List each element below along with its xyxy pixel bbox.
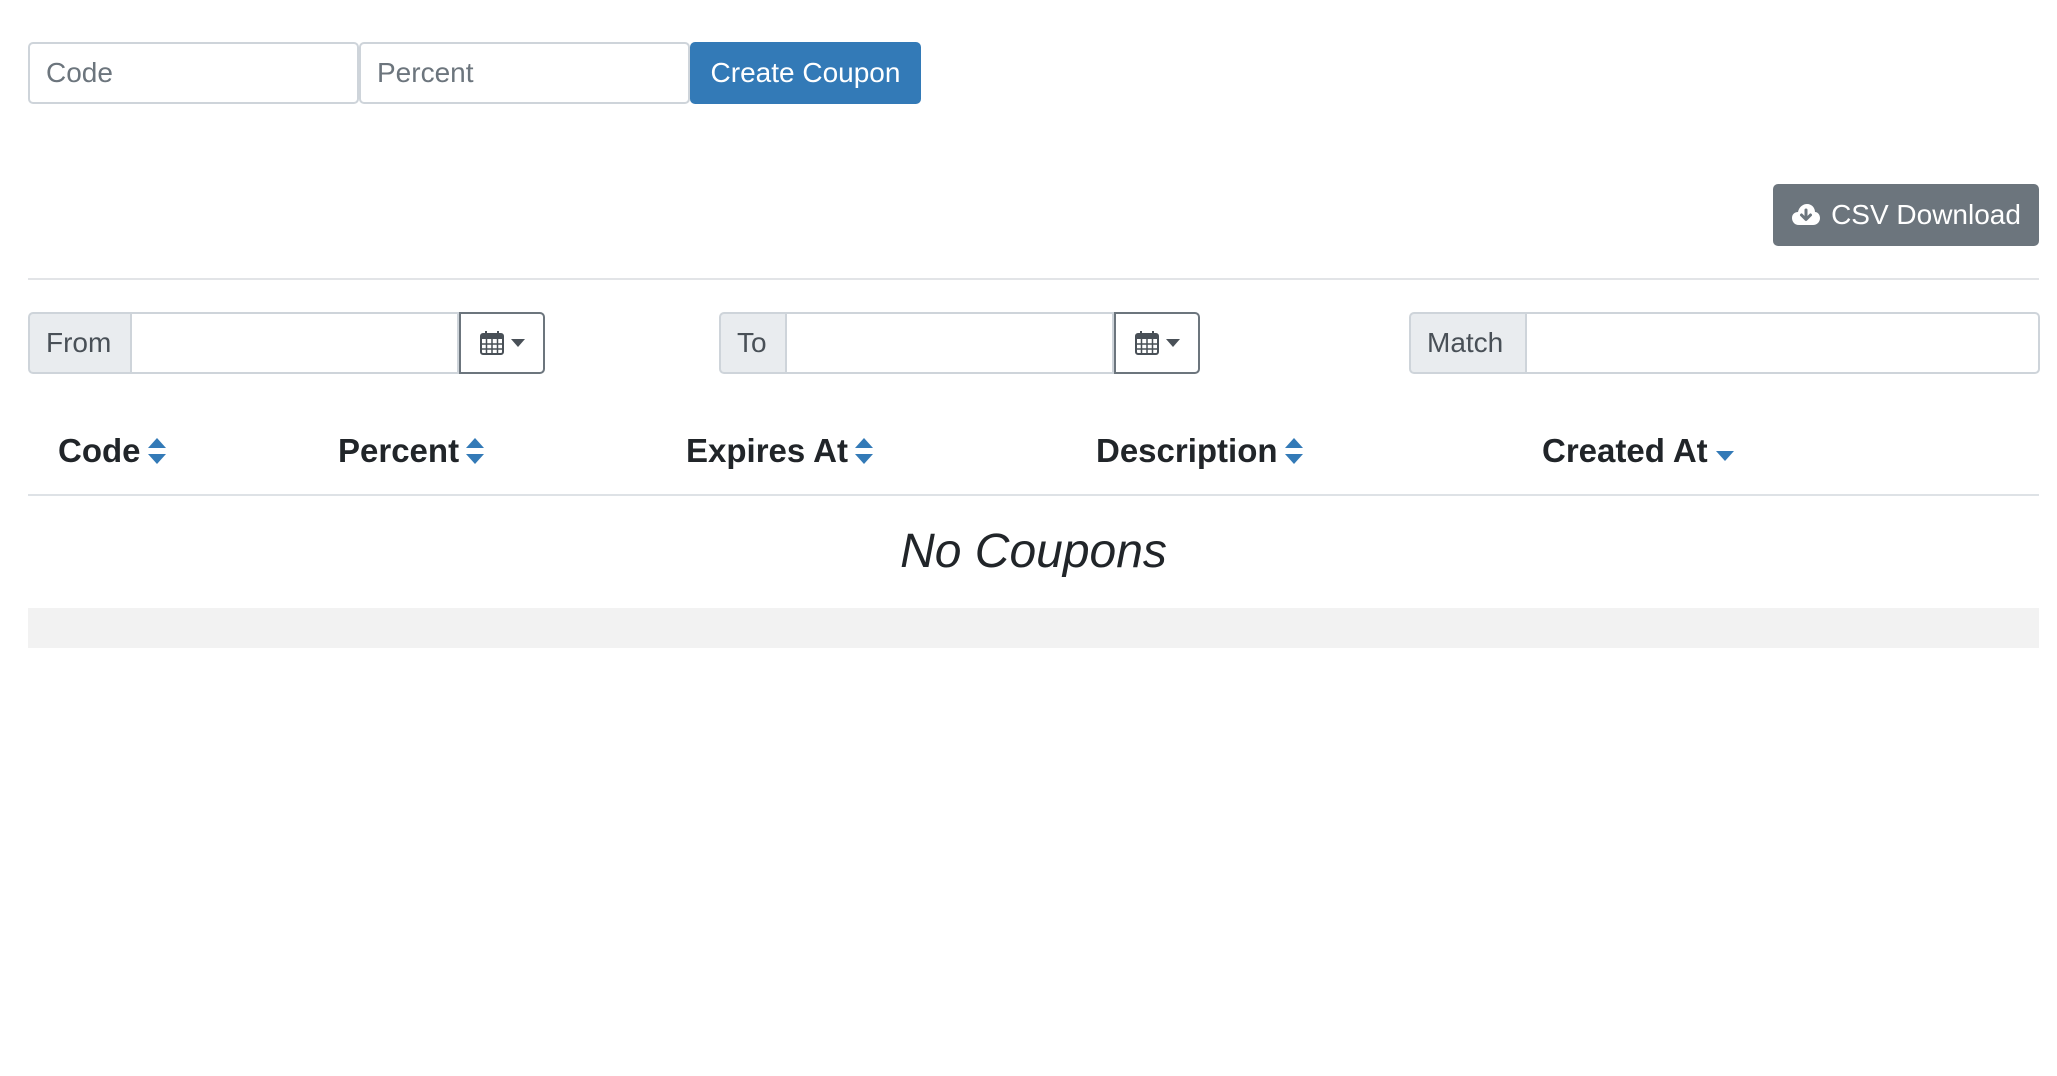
csv-download-button[interactable]: CSV Download — [1773, 184, 2039, 246]
column-header-label: Code — [58, 432, 141, 469]
from-label: From — [28, 312, 130, 374]
create-coupon-button[interactable]: Create Coupon — [690, 42, 921, 104]
section-divider — [28, 278, 2039, 280]
table-footer — [28, 608, 2039, 648]
to-calendar-button[interactable] — [1114, 312, 1200, 374]
chevron-down-icon — [511, 339, 525, 347]
column-header-description[interactable]: Description — [1096, 432, 1304, 470]
column-header-expires-at[interactable]: Expires At — [686, 432, 874, 470]
create-coupon-form: Create Coupon — [28, 42, 921, 104]
sort-icon — [465, 437, 485, 465]
cloud-download-icon — [1791, 203, 1821, 227]
sort-icon — [147, 437, 167, 465]
calendar-icon — [1134, 330, 1160, 356]
to-date-input[interactable] — [785, 312, 1114, 374]
sort-icon — [854, 437, 874, 465]
sort-icon — [1284, 437, 1304, 465]
to-label: To — [719, 312, 785, 374]
empty-message: No Coupons — [900, 524, 1167, 578]
column-header-created-at[interactable]: Created At — [1542, 432, 1736, 470]
from-calendar-button[interactable] — [459, 312, 545, 374]
match-input[interactable] — [1525, 312, 2040, 374]
chevron-down-icon — [1166, 339, 1180, 347]
percent-input[interactable] — [359, 42, 690, 104]
column-header-label: Description — [1096, 432, 1278, 469]
from-date-filter: From — [28, 312, 545, 374]
match-label: Match — [1409, 312, 1525, 374]
coupons-table-header: Code Percent Expires At Description Crea… — [28, 416, 2039, 496]
csv-download-label: CSV Download — [1831, 199, 2021, 230]
code-input[interactable] — [28, 42, 359, 104]
coupons-page: Create Coupon CSV Download From — [0, 0, 2057, 1076]
match-filter: Match — [1409, 312, 2040, 374]
from-date-input[interactable] — [130, 312, 459, 374]
column-header-percent[interactable]: Percent — [338, 432, 485, 470]
column-header-label: Created At — [1542, 432, 1708, 469]
column-header-label: Percent — [338, 432, 460, 469]
sort-descending-icon — [1714, 437, 1736, 465]
empty-table-row: No Coupons — [28, 496, 2039, 606]
column-header-label: Expires At — [686, 432, 849, 469]
to-date-filter: To — [719, 312, 1200, 374]
calendar-icon — [479, 330, 505, 356]
column-header-code[interactable]: Code — [58, 432, 167, 470]
